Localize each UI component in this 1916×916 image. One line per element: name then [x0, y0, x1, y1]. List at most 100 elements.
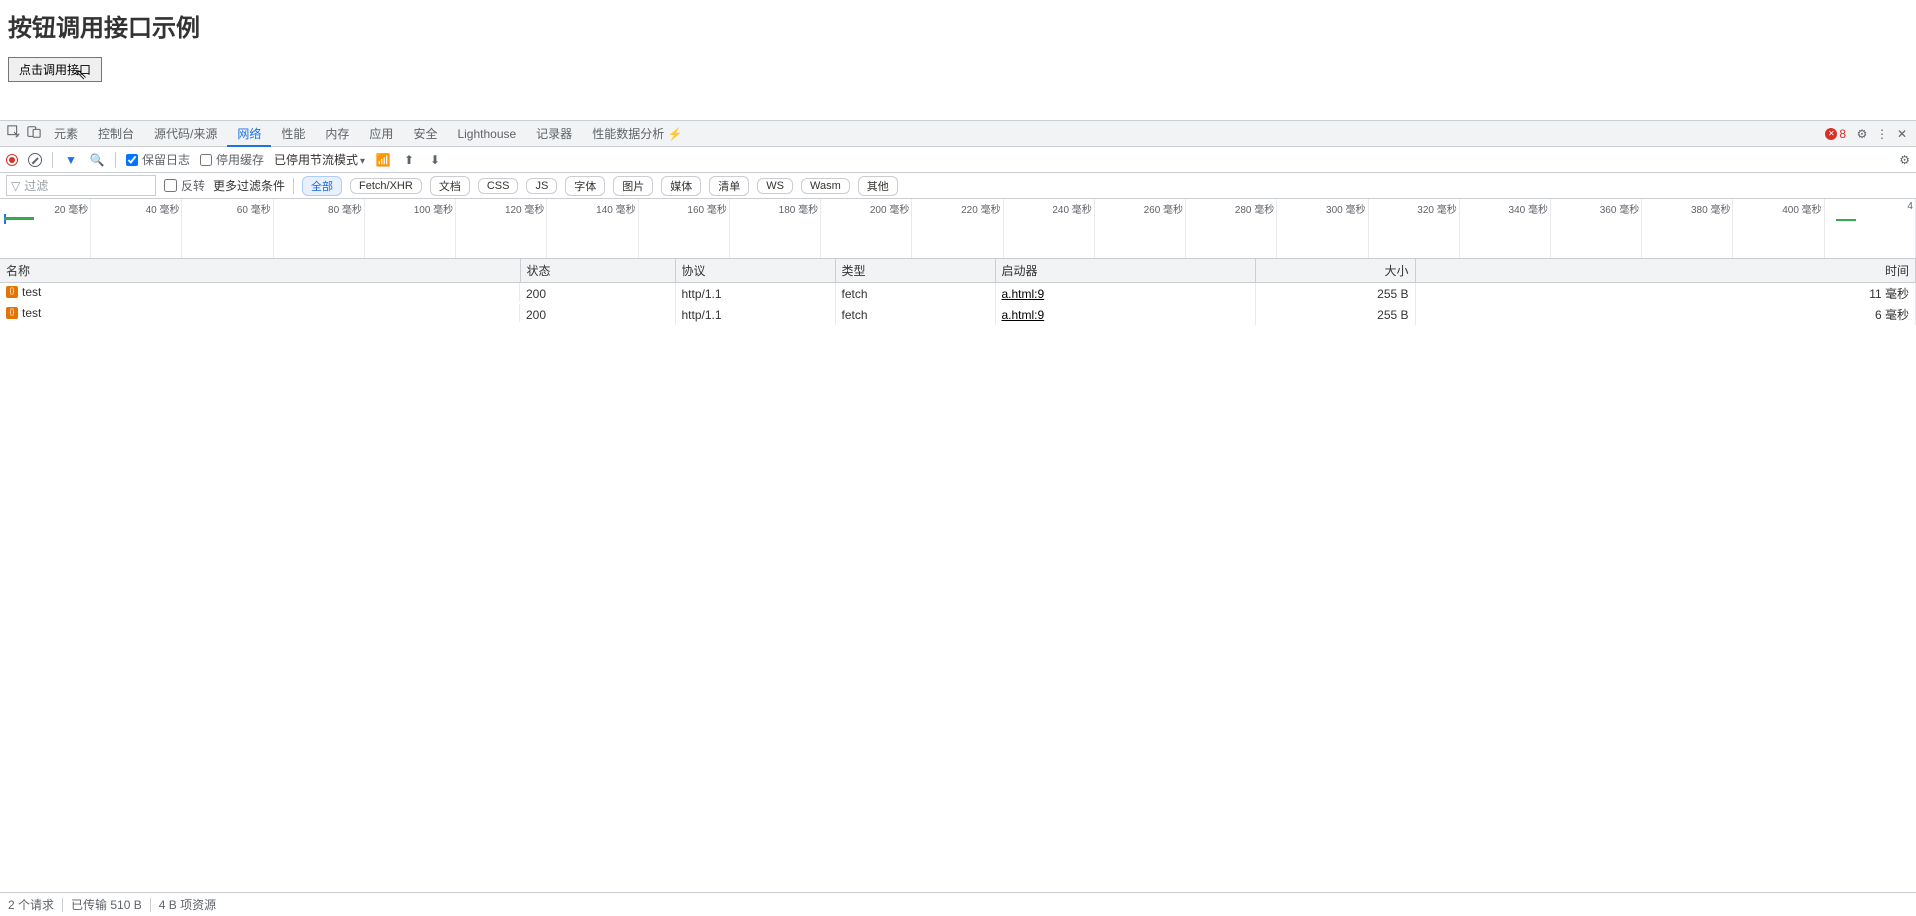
- page-content: 按钮调用接口示例 点击调用接口 ⇖: [0, 0, 1916, 90]
- tab-console[interactable]: 控制台: [88, 121, 144, 147]
- timeline-tick: 320 毫秒: [1369, 199, 1460, 258]
- col-initiator[interactable]: 启动器: [995, 259, 1255, 283]
- network-filterbar: ▽ 过滤 反转 更多过滤条件 全部 Fetch/XHR 文档 CSS JS 字体…: [0, 173, 1916, 199]
- tab-lighthouse[interactable]: Lighthouse: [447, 121, 526, 147]
- tab-elements[interactable]: 元素: [44, 121, 88, 147]
- timeline-tick: 240 毫秒: [1004, 199, 1095, 258]
- timeline-tick: 340 毫秒: [1460, 199, 1551, 258]
- col-time[interactable]: 时间: [1415, 259, 1916, 283]
- filter-chip-other[interactable]: 其他: [858, 176, 898, 196]
- clear-button[interactable]: [28, 153, 42, 167]
- timeline-tick: 280 毫秒: [1186, 199, 1277, 258]
- network-settings-icon[interactable]: ⚙: [1899, 153, 1910, 167]
- file-icon: [6, 307, 18, 319]
- filter-chip-media[interactable]: 媒体: [661, 176, 701, 196]
- timeline-tick: 20 毫秒: [0, 199, 91, 258]
- error-badge[interactable]: ✕8: [1819, 127, 1852, 141]
- col-status[interactable]: 状态: [520, 259, 675, 283]
- timeline-tick: 360 毫秒: [1551, 199, 1642, 258]
- filter-chip-css[interactable]: CSS: [478, 178, 519, 194]
- close-devtools-icon[interactable]: ✕: [1892, 127, 1912, 141]
- cell-size: 255 B: [1255, 304, 1415, 325]
- table-row[interactable]: test 200http/1.1fetch a.html:9 255 B11 毫秒: [0, 283, 1916, 305]
- request-name: test: [22, 306, 41, 320]
- filter-chip-doc[interactable]: 文档: [430, 176, 470, 196]
- timeline-tick: 120 毫秒: [456, 199, 547, 258]
- cell-time: 6 毫秒: [1415, 304, 1916, 325]
- initiator-link[interactable]: a.html:9: [1002, 287, 1045, 301]
- filter-chip-img[interactable]: 图片: [613, 176, 653, 196]
- timeline-tick: 40 毫秒: [91, 199, 182, 258]
- filter-chip-manifest[interactable]: 清单: [709, 176, 749, 196]
- col-protocol[interactable]: 协议: [675, 259, 835, 283]
- tab-sources[interactable]: 源代码/来源: [144, 121, 227, 147]
- filter-input[interactable]: ▽ 过滤: [6, 175, 156, 196]
- network-toolbar: ▼ 🔍 保留日志 停用缓存 已停用节流模式 📶 ⬆ ⬇ ⚙: [0, 147, 1916, 173]
- timeline-tick: 260 毫秒: [1095, 199, 1186, 258]
- preserve-log-checkbox[interactable]: 保留日志: [126, 151, 190, 168]
- timeline-tick: 140 毫秒: [547, 199, 638, 258]
- cell-protocol: http/1.1: [675, 283, 835, 305]
- settings-gear-icon[interactable]: ⚙: [1852, 127, 1872, 141]
- cell-initiator: a.html:9: [995, 283, 1255, 305]
- invert-checkbox[interactable]: 反转: [164, 177, 205, 194]
- tab-perf-insights[interactable]: 性能数据分析 ⚡: [582, 121, 692, 147]
- tab-security[interactable]: 安全: [403, 121, 447, 147]
- inspect-icon[interactable]: [4, 125, 24, 142]
- network-table: 名称 状态 协议 类型 启动器 大小 时间 test 200http/1.1fet…: [0, 259, 1916, 892]
- devtools-panel: 元素 控制台 源代码/来源 网络 性能 内存 应用 安全 Lighthouse …: [0, 120, 1916, 916]
- filter-chip-ws[interactable]: WS: [757, 178, 793, 194]
- status-transferred: 已传输 510 B: [71, 896, 142, 913]
- timeline-tick: 60 毫秒: [182, 199, 273, 258]
- status-requests: 2 个请求: [8, 896, 54, 913]
- timeline-tick: 4: [1825, 199, 1916, 258]
- col-name[interactable]: 名称: [0, 259, 520, 283]
- disable-cache-checkbox[interactable]: 停用缓存: [200, 151, 264, 168]
- more-menu-icon[interactable]: ⋮: [1872, 127, 1892, 141]
- cell-time: 11 毫秒: [1415, 283, 1916, 305]
- filter-chip-font[interactable]: 字体: [565, 176, 605, 196]
- network-conditions-icon[interactable]: 📶: [375, 153, 391, 167]
- timeline-tick: 220 毫秒: [912, 199, 1003, 258]
- initiator-link[interactable]: a.html:9: [1002, 308, 1045, 322]
- timeline-tick: 300 毫秒: [1277, 199, 1368, 258]
- timeline-tick: 400 毫秒: [1733, 199, 1824, 258]
- filter-chip-fetchxhr[interactable]: Fetch/XHR: [350, 178, 422, 194]
- request-name: test: [22, 285, 41, 299]
- cell-type: fetch: [835, 304, 995, 325]
- throttling-dropdown[interactable]: 已停用节流模式: [274, 151, 365, 168]
- cell-type: fetch: [835, 283, 995, 305]
- col-type[interactable]: 类型: [835, 259, 995, 283]
- call-api-button[interactable]: 点击调用接口 ⇖: [8, 57, 102, 82]
- device-toggle-icon[interactable]: [24, 125, 44, 142]
- export-har-icon[interactable]: ⬇: [427, 153, 443, 167]
- more-filters-dropdown[interactable]: 更多过滤条件: [213, 177, 285, 194]
- network-timeline[interactable]: 20 毫秒40 毫秒60 毫秒80 毫秒100 毫秒120 毫秒140 毫秒16…: [0, 199, 1916, 259]
- filter-chip-all[interactable]: 全部: [302, 176, 342, 196]
- cell-protocol: http/1.1: [675, 304, 835, 325]
- cell-status: 200: [520, 283, 675, 305]
- tab-recorder[interactable]: 记录器: [526, 121, 582, 147]
- timeline-tick: 80 毫秒: [274, 199, 365, 258]
- cell-size: 255 B: [1255, 283, 1415, 305]
- network-statusbar: 2 个请求 已传输 510 B 4 B 项资源: [0, 892, 1916, 916]
- page-title: 按钮调用接口示例: [8, 8, 1908, 43]
- filter-toggle-icon[interactable]: ▼: [63, 153, 79, 167]
- tab-network[interactable]: 网络: [227, 121, 271, 147]
- devtools-tabbar: 元素 控制台 源代码/来源 网络 性能 内存 应用 安全 Lighthouse …: [0, 121, 1916, 147]
- cell-initiator: a.html:9: [995, 304, 1255, 325]
- timeline-tick: 160 毫秒: [639, 199, 730, 258]
- import-har-icon[interactable]: ⬆: [401, 153, 417, 167]
- col-size[interactable]: 大小: [1255, 259, 1415, 283]
- filter-chip-wasm[interactable]: Wasm: [801, 178, 850, 194]
- search-icon[interactable]: 🔍: [89, 153, 105, 167]
- tab-memory[interactable]: 内存: [315, 121, 359, 147]
- filter-chip-js[interactable]: JS: [526, 178, 557, 194]
- cell-status: 200: [520, 304, 675, 325]
- record-button[interactable]: [6, 154, 18, 166]
- tab-performance[interactable]: 性能: [271, 121, 315, 147]
- timeline-tick: 380 毫秒: [1642, 199, 1733, 258]
- funnel-icon: ▽: [11, 179, 20, 193]
- table-row[interactable]: test 200http/1.1fetch a.html:9 255 B6 毫秒: [0, 304, 1916, 325]
- tab-application[interactable]: 应用: [359, 121, 403, 147]
